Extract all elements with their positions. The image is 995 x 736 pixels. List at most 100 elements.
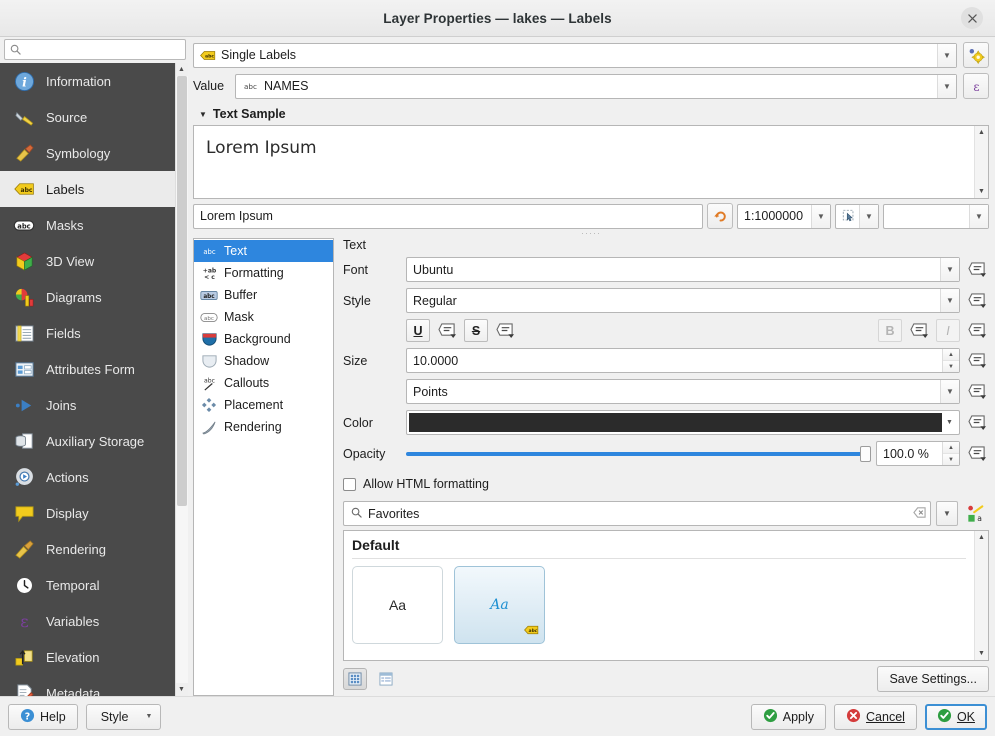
style-card[interactable]: Aa <box>352 566 443 644</box>
step-down-icon[interactable]: ▼ <box>943 361 959 372</box>
opacity-slider[interactable] <box>406 444 871 464</box>
sidebar-item-metadata[interactable]: Metadata <box>0 675 175 696</box>
data-defined-override-icon[interactable] <box>965 381 989 403</box>
scale-combo[interactable]: 1:1000000 ▼ <box>737 204 831 229</box>
sidebar-item-joins[interactable]: Joins <box>0 387 175 423</box>
list-view-icon[interactable] <box>374 668 398 690</box>
tab-buffer[interactable]: abc Buffer <box>194 284 333 306</box>
tab-callouts[interactable]: abc Callouts <box>194 372 333 394</box>
style-combo[interactable]: Regular ▼ <box>406 288 960 313</box>
step-up-icon[interactable]: ▲ <box>943 349 959 361</box>
color-swatch[interactable] <box>409 413 942 432</box>
labeling-mode-combo[interactable]: abc Single Labels ▼ <box>193 43 957 68</box>
chevron-down-icon[interactable]: ▼ <box>969 205 988 228</box>
sidebar-item-actions[interactable]: Actions <box>0 459 175 495</box>
data-defined-override-icon[interactable] <box>907 320 931 342</box>
tab-mask[interactable]: abc Mask <box>194 306 333 328</box>
tab-background[interactable]: Background <box>194 328 333 350</box>
text-sample-scrollbar[interactable]: ▲ ▼ <box>974 126 988 198</box>
scroll-up-icon[interactable]: ▲ <box>176 63 188 76</box>
data-defined-override-icon[interactable] <box>965 259 989 281</box>
chevron-down-icon[interactable]: ▼ <box>937 75 956 98</box>
data-defined-override-icon[interactable] <box>965 443 989 465</box>
map-pick-combo[interactable]: ▼ <box>835 204 879 229</box>
value-field-combo[interactable]: abc NAMES ▼ <box>235 74 957 99</box>
sidebar-item-fields[interactable]: Fields <box>0 315 175 351</box>
sidebar-item-masks[interactable]: abc Masks <box>0 207 175 243</box>
gear-icon[interactable] <box>963 42 989 68</box>
chevron-down-icon[interactable]: ▼ <box>940 258 959 281</box>
data-defined-override-icon[interactable] <box>435 320 459 342</box>
sidebar-scrollbar[interactable]: ▲ ▼ <box>175 63 187 696</box>
tab-rendering[interactable]: Rendering <box>194 416 333 438</box>
tab-formatting[interactable]: +ab< c Formatting <box>194 262 333 284</box>
tab-shadow[interactable]: Shadow <box>194 350 333 372</box>
style-search-box[interactable]: Favorites <box>343 501 931 526</box>
scroll-up-icon[interactable]: ▲ <box>978 531 985 544</box>
epsilon-icon[interactable]: ε <box>963 73 989 99</box>
size-unit-combo[interactable]: Points ▼ <box>406 379 960 404</box>
clear-icon[interactable] <box>913 506 926 522</box>
sidebar-item-elevation[interactable]: Elevation <box>0 639 175 675</box>
size-stepper[interactable]: ▲▼ <box>942 349 959 372</box>
underline-button[interactable]: U <box>406 319 430 342</box>
text-sample-section-header[interactable]: ▼ Text Sample <box>193 103 989 125</box>
opacity-spinbox[interactable]: 100.0 % ▲▼ <box>876 441 960 466</box>
apply-button[interactable]: Apply <box>751 704 826 730</box>
sidebar-item-information[interactable]: i Information <box>0 63 175 99</box>
allow-html-checkbox[interactable] <box>343 478 356 491</box>
step-down-icon[interactable]: ▼ <box>943 454 959 465</box>
grid-view-icon[interactable] <box>343 668 367 690</box>
style-filter-dropdown[interactable]: ▼ <box>936 501 958 526</box>
sidebar-item-diagrams[interactable]: Diagrams <box>0 279 175 315</box>
map-pick-icon[interactable] <box>839 209 859 223</box>
sidebar-item-attributes-form[interactable]: Attributes Form <box>0 351 175 387</box>
sidebar-item-auxiliary-storage[interactable]: Auxiliary Storage <box>0 423 175 459</box>
step-up-icon[interactable]: ▲ <box>943 442 959 454</box>
help-button[interactable]: ? Help <box>8 704 78 730</box>
sidebar-item-variables[interactable]: ε Variables <box>0 603 175 639</box>
style-manager-icon[interactable]: a <box>963 502 989 526</box>
sidebar-item-rendering[interactable]: Rendering <box>0 531 175 567</box>
chevron-down-icon[interactable]: ▼ <box>146 713 153 720</box>
search-input[interactable] <box>21 40 180 59</box>
sidebar-item-temporal[interactable]: Temporal <box>0 567 175 603</box>
revert-icon[interactable] <box>707 203 733 229</box>
chevron-down-icon[interactable]: ▼ <box>811 205 830 228</box>
color-picker[interactable]: ▼ <box>406 410 960 435</box>
sidebar-item-3d-view[interactable]: 3D View <box>0 243 175 279</box>
italic-button[interactable]: I <box>936 319 960 342</box>
text-sample-input[interactable]: Lorem Ipsum <box>193 204 703 229</box>
data-defined-override-icon[interactable] <box>965 350 989 372</box>
chevron-down-icon[interactable]: ▼ <box>859 205 878 228</box>
scrollbar-thumb[interactable] <box>177 76 187 506</box>
sidebar-item-labels[interactable]: abc Labels <box>0 171 175 207</box>
blank-combo[interactable]: ▼ <box>883 204 989 229</box>
close-icon[interactable] <box>961 7 983 29</box>
tab-text[interactable]: abc Text <box>194 240 333 262</box>
save-settings-button[interactable]: Save Settings... <box>877 666 989 692</box>
data-defined-override-icon[interactable] <box>965 412 989 434</box>
font-combo[interactable]: Ubuntu ▼ <box>406 257 960 282</box>
strikethrough-button[interactable]: S <box>464 319 488 342</box>
scroll-down-icon[interactable]: ▼ <box>978 185 985 198</box>
scroll-up-icon[interactable]: ▲ <box>978 126 985 139</box>
chevron-down-icon[interactable]: ▼ <box>940 289 959 312</box>
chevron-down-icon[interactable]: ▼ <box>937 44 956 67</box>
scroll-down-icon[interactable]: ▼ <box>978 647 985 660</box>
size-spinbox[interactable]: 10.0000 ▲▼ <box>406 348 960 373</box>
bold-button[interactable]: B <box>878 319 902 342</box>
tab-placement[interactable]: Placement <box>194 394 333 416</box>
style-button[interactable]: Style ▼ <box>86 704 162 730</box>
style-card[interactable]: Aa abc <box>454 566 545 644</box>
chevron-down-icon[interactable]: ▼ <box>942 413 957 432</box>
scrollbar-track[interactable] <box>176 76 188 683</box>
data-defined-override-icon[interactable] <box>965 320 989 342</box>
data-defined-override-icon[interactable] <box>965 290 989 312</box>
sidebar-item-symbology[interactable]: Symbology <box>0 135 175 171</box>
scroll-down-icon[interactable]: ▼ <box>176 683 188 696</box>
chevron-down-icon[interactable]: ▼ <box>940 380 959 403</box>
cancel-button[interactable]: Cancel <box>834 704 917 730</box>
opacity-stepper[interactable]: ▲▼ <box>942 442 959 465</box>
sidebar-item-source[interactable]: Source <box>0 99 175 135</box>
